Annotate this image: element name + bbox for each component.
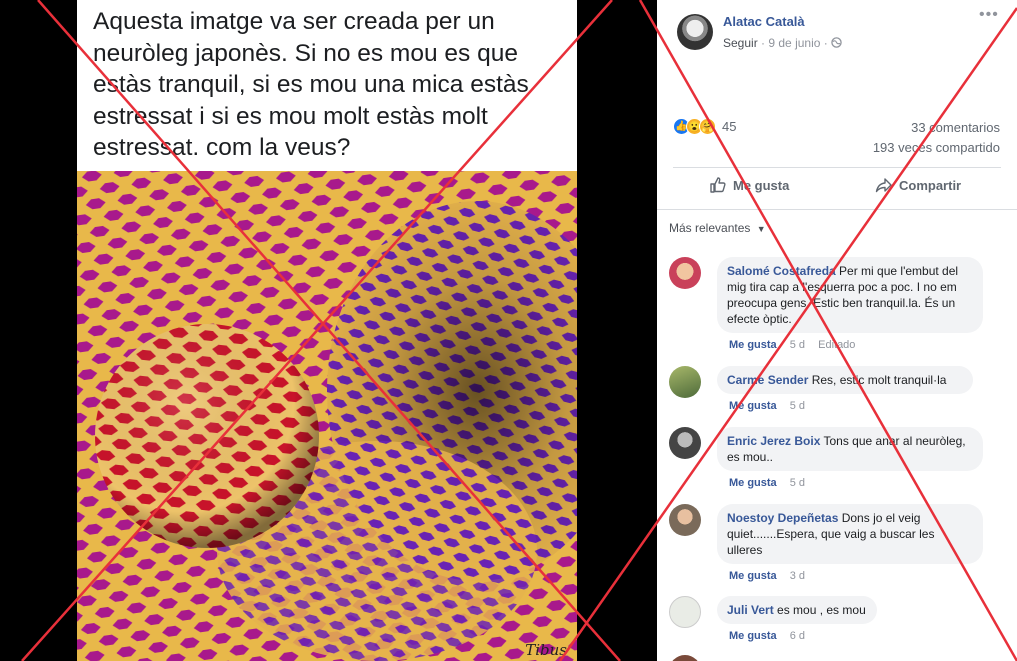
commenter-avatar[interactable] [669, 427, 701, 459]
comment-author[interactable]: Noestoy Depeñetas [727, 511, 838, 525]
comment-like-link[interactable]: Me gusta [729, 570, 777, 582]
edited-label[interactable]: Editado [818, 339, 855, 351]
thumbs-up-icon [710, 177, 726, 193]
meta-separator: · [761, 36, 766, 50]
divider [673, 167, 1001, 168]
more-options-icon[interactable]: ••• [979, 6, 999, 24]
commenter-avatar[interactable] [669, 504, 701, 536]
share-button-label: Compartir [899, 177, 962, 193]
comment-bubble: Noestoy Depeñetas Dons jo el veig quiet.… [717, 504, 983, 564]
author-name[interactable]: Alatac Català [723, 14, 805, 29]
commenter-avatar[interactable] [669, 596, 701, 628]
post-caption: Aquesta imatge va ser creada per un neur… [93, 8, 529, 161]
care-reaction-icon: 🤗 [699, 117, 716, 135]
comment-bubble: Carme Sender Res, estic molt tranquil·la [717, 366, 973, 394]
globe-icon [831, 37, 842, 48]
comment-actions: Me gusta 5 d [729, 400, 815, 412]
comment-author[interactable]: Carme Sender [727, 373, 808, 387]
optical-illusion-image [77, 171, 577, 661]
author-avatar[interactable] [677, 14, 713, 50]
comment-time[interactable]: 5 d [790, 339, 805, 351]
facebook-post-panel: Alatac Català Seguir · 9 de junio · ••• … [657, 0, 1017, 661]
comment-author[interactable]: Salomé Costafreda [727, 264, 836, 278]
comment-time[interactable]: 5 d [790, 400, 805, 412]
post-photo[interactable]: Aquesta imatge va ser creada per un neur… [77, 0, 577, 661]
reaction-count: 45 [722, 118, 737, 134]
comment-sort-dropdown[interactable]: Más relevantes ▼ [669, 221, 766, 235]
comment-bubble: Salomé Costafreda Per mi que l'embut del… [717, 257, 983, 333]
share-count[interactable]: 193 veces compartido [873, 140, 1000, 155]
comment-text: es mou , es mou [777, 603, 866, 617]
follow-link[interactable]: Seguir [723, 36, 758, 50]
comment-time[interactable]: 3 d [790, 570, 805, 582]
comment-count[interactable]: 33 comentarios [911, 120, 1000, 135]
commenter-avatar[interactable] [669, 257, 701, 289]
image-watermark: Tibus [525, 641, 567, 659]
share-button[interactable]: Compartir [875, 176, 961, 194]
comment-like-link[interactable]: Me gusta [729, 477, 777, 489]
reactions-summary[interactable]: 👍 😮 🤗 45 [673, 116, 736, 136]
comment-bubble: Enric Jerez Boix Tons que anar al neuròl… [717, 427, 983, 471]
comment-author[interactable]: Enric Jerez Boix [727, 434, 820, 448]
like-button[interactable]: Me gusta [709, 176, 789, 194]
comment-actions: Me gusta 5 d [729, 477, 815, 489]
like-button-label: Me gusta [733, 177, 790, 193]
comment-text: Res, estic molt tranquil·la [811, 373, 947, 387]
commenter-avatar[interactable] [669, 366, 701, 398]
comment-author[interactable]: Juli Vert [727, 603, 774, 617]
commenter-avatar[interactable] [669, 655, 701, 661]
comment-time[interactable]: 6 d [790, 630, 805, 642]
comment-bubble: Juli Vert es mou , es mou [717, 596, 877, 624]
caret-down-icon: ▼ [756, 224, 766, 234]
post-date[interactable]: 9 de junio [768, 36, 820, 50]
comment-actions: Me gusta 5 d Editado [729, 339, 855, 351]
comment-time[interactable]: 5 d [790, 477, 805, 489]
meta-separator: · [823, 36, 828, 50]
share-arrow-icon [875, 178, 892, 193]
divider [657, 209, 1017, 210]
comment-like-link[interactable]: Me gusta [729, 400, 777, 412]
comment-like-link[interactable]: Me gusta [729, 339, 777, 351]
comment-like-link[interactable]: Me gusta [729, 630, 777, 642]
post-meta: Seguir · 9 de junio · [723, 36, 842, 50]
comment-actions: Me gusta 3 d [729, 570, 815, 582]
comment-actions: Me gusta 6 d [729, 630, 815, 642]
sort-label: Más relevantes [669, 221, 751, 235]
